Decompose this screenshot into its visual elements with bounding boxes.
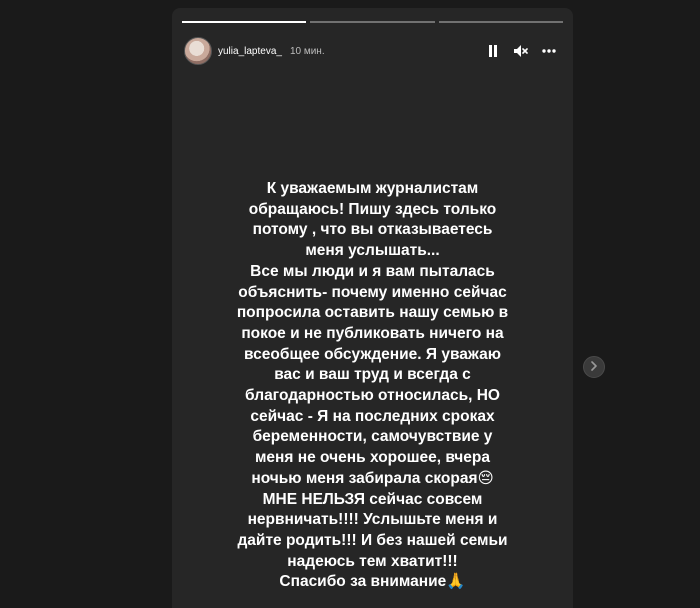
progress-segment — [438, 21, 563, 23]
avatar[interactable] — [184, 37, 212, 65]
post-time: 10 мин. — [289, 45, 325, 57]
pause-icon[interactable] — [485, 43, 501, 59]
progress-segment — [310, 21, 435, 23]
story-header: yulia_lapteva_ 10 мин. — [184, 35, 557, 67]
username-link[interactable]: yulia_lapteva_ — [218, 46, 282, 57]
story-progress-bar — [182, 21, 563, 23]
progress-segment — [182, 21, 307, 23]
story-controls — [485, 43, 557, 59]
more-icon[interactable] — [541, 43, 557, 59]
mute-icon[interactable] — [513, 43, 529, 59]
chevron-right-icon — [590, 358, 598, 376]
next-story-button[interactable] — [583, 356, 605, 378]
story-viewer: yulia_lapteva_ 10 мин. К уважаемым журна… — [172, 8, 573, 608]
story-text: К уважаемым журналистам обращаюсь! Пишу … — [236, 180, 509, 591]
